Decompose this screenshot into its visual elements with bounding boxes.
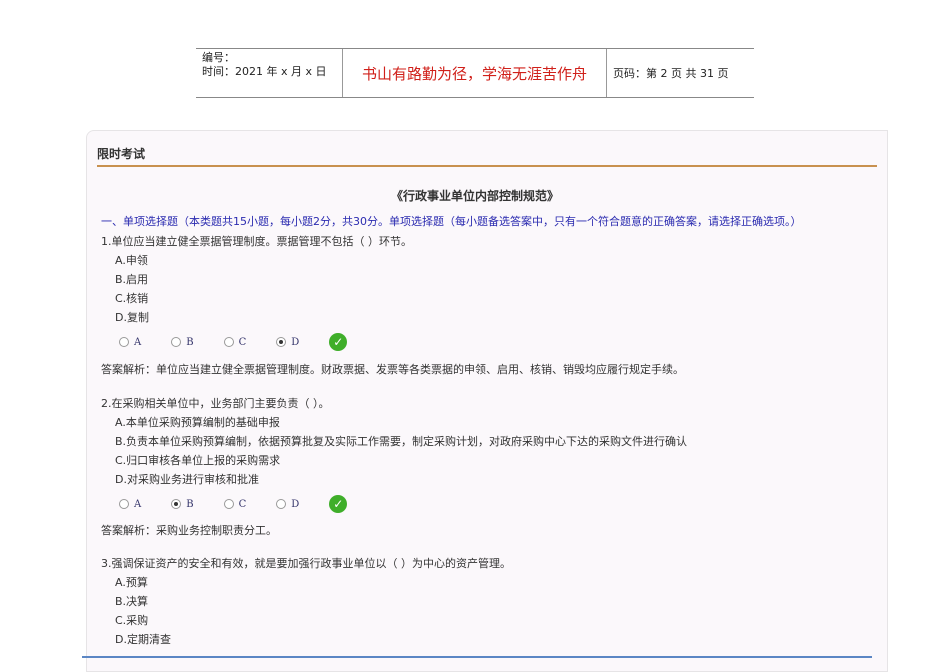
- question-text: 2.在采购相关单位中，业务部门主要负责（ ）。: [101, 397, 330, 410]
- option-text: B.负责本单位采购预算编制，依据预算批复及实际工作需要，制定采购计划，对政府采购…: [115, 435, 688, 448]
- option-text: C.采购: [115, 614, 149, 627]
- option-text: B.启用: [115, 273, 149, 286]
- title-divider: [97, 165, 877, 167]
- section-heading: 一、单项选择题（本类题共15小题，每小题2分，共30分。单项选择题（每小题备选答…: [101, 215, 802, 228]
- radio-button[interactable]: [276, 499, 287, 509]
- radio-button[interactable]: [171, 499, 182, 509]
- correct-check-icon: ✓: [329, 495, 348, 513]
- radio-button[interactable]: [276, 337, 287, 347]
- radio-button[interactable]: [119, 337, 129, 347]
- bottom-border: [82, 656, 872, 658]
- doc-title: 《行政事业单位内部控制规范》: [390, 189, 559, 203]
- option-text: D.定期清查: [115, 633, 171, 646]
- page-info: 页码：第 2 页 共 31 页: [613, 67, 729, 80]
- header-meta: 编号： 时间：2021 年 x 月 x 日: [196, 49, 343, 97]
- radio-label: D: [291, 336, 300, 348]
- option-text: D.复制: [115, 311, 149, 324]
- motto: 书山有路勤为径，学海无涯苦作舟: [343, 49, 607, 97]
- answer-radios: A B C D ✓: [119, 495, 348, 513]
- radio-option[interactable]: D: [276, 499, 299, 510]
- document-header: 编号： 时间：2021 年 x 月 x 日 书山有路勤为径，学海无涯苦作舟 页码：…: [196, 48, 754, 98]
- radio-option[interactable]: A: [119, 499, 141, 510]
- radio-option[interactable]: C: [223, 498, 247, 510]
- question-text: 1.单位应当建立健全票据管理制度。票据管理不包括（ ）环节。: [101, 235, 412, 248]
- radio-label: A: [134, 498, 142, 510]
- radio-option[interactable]: C: [223, 336, 247, 348]
- radio-label: D: [291, 498, 300, 510]
- option-text: A.本单位采购预算编制的基础申报: [115, 416, 280, 429]
- answer-analysis: 答案解析：采购业务控制职责分工。: [101, 524, 277, 537]
- radio-button[interactable]: [223, 499, 234, 509]
- radio-button[interactable]: [119, 499, 129, 509]
- option-text: C.归口审核各单位上报的采购需求: [115, 454, 281, 467]
- option-text: A.预算: [115, 576, 148, 589]
- radio-label: A: [134, 336, 142, 348]
- radio-label: C: [238, 498, 247, 510]
- option-text: A.申领: [115, 254, 148, 267]
- radio-label: B: [186, 336, 194, 348]
- question-text: 3.强调保证资产的安全和有效，就是要加强行政事业单位以（ ）为中心的资产管理。: [101, 557, 511, 570]
- radio-option[interactable]: A: [119, 337, 141, 348]
- number-label: 编号：: [202, 51, 235, 64]
- panel-title: 限时考试: [97, 147, 146, 161]
- answer-radios: A B C D ✓: [119, 333, 348, 351]
- radio-button[interactable]: [223, 337, 234, 347]
- answer-analysis: 答案解析：单位应当建立健全票据管理制度。财政票据、发票等各类票据的申领、启用、核…: [101, 363, 684, 376]
- radio-label: B: [186, 498, 194, 510]
- radio-option[interactable]: B: [171, 498, 194, 510]
- option-text: D.对采购业务进行审核和批准: [115, 473, 259, 486]
- radio-option[interactable]: B: [171, 336, 194, 348]
- radio-label: C: [238, 336, 247, 348]
- time-label: 时间：2021 年 x 月 x 日: [202, 65, 327, 78]
- correct-check-icon: ✓: [329, 333, 348, 351]
- option-text: B.决算: [115, 595, 149, 608]
- option-text: C.核销: [115, 292, 149, 305]
- radio-option[interactable]: D: [276, 337, 299, 348]
- radio-button[interactable]: [171, 337, 182, 347]
